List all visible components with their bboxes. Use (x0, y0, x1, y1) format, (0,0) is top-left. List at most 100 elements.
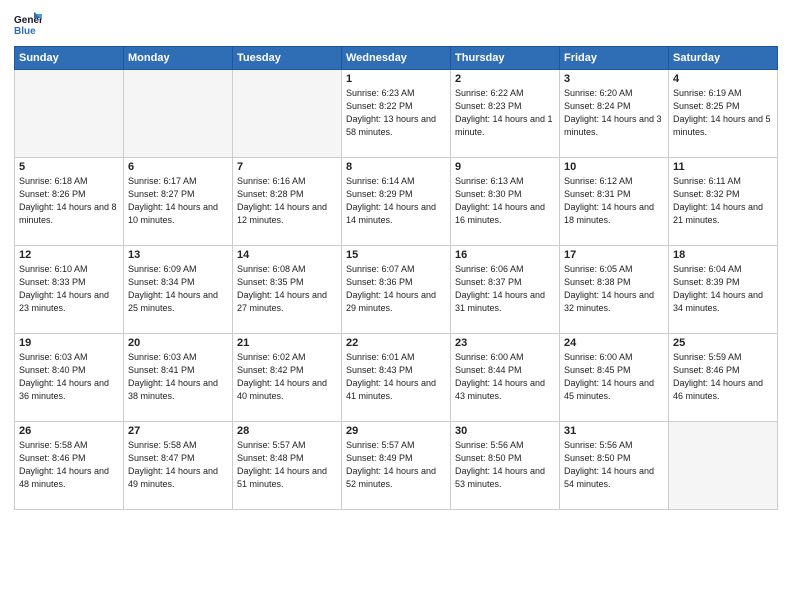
day-cell: 19Sunrise: 6:03 AMSunset: 8:40 PMDayligh… (15, 334, 124, 422)
day-cell (124, 70, 233, 158)
day-info: Sunrise: 6:16 AMSunset: 8:28 PMDaylight:… (237, 175, 337, 227)
day-number: 23 (455, 337, 555, 349)
day-number: 22 (346, 337, 446, 349)
day-cell (669, 422, 778, 510)
day-cell: 28Sunrise: 5:57 AMSunset: 8:48 PMDayligh… (233, 422, 342, 510)
weekday-header-saturday: Saturday (669, 47, 778, 70)
day-cell: 7Sunrise: 6:16 AMSunset: 8:28 PMDaylight… (233, 158, 342, 246)
weekday-header-wednesday: Wednesday (342, 47, 451, 70)
day-cell: 30 Sunrise: 5:56 AMSunset: 8:50 PMDayligh… (451, 422, 560, 510)
day-info: Sunrise: 6:10 AMSunset: 8:33 PMDaylight:… (19, 263, 119, 315)
day-cell: 11 Sunrise: 6:11 AMSunset: 8:32 PMDayligh… (669, 158, 778, 246)
day-number: 15 (346, 249, 446, 261)
day-info: Sunrise: 5:56 AMSunset: 8:50 PMDaylight:… (564, 439, 664, 491)
day-cell: 16 Sunrise: 6:06 AMSunset: 8:37 PMDayligh… (451, 246, 560, 334)
page: General Blue SundayMondayTuesdayWednesda… (0, 0, 792, 612)
day-cell: 18 Sunrise: 6:04 AMSunset: 8:39 PMDayligh… (669, 246, 778, 334)
day-number: 5 (19, 161, 119, 173)
day-info: Sunrise: 6:03 AMSunset: 8:41 PMDaylight:… (128, 351, 228, 403)
day-info: Sunrise: 6:17 AMSunset: 8:27 PMDaylight:… (128, 175, 228, 227)
weekday-header-sunday: Sunday (15, 47, 124, 70)
weekday-header-thursday: Thursday (451, 47, 560, 70)
day-number: 27 (128, 425, 228, 437)
day-number: 30 (455, 425, 555, 437)
day-number: 17 (564, 249, 664, 261)
day-info: Sunrise: 6:13 AMSunset: 8:30 PMDaylight:… (455, 175, 555, 227)
day-cell: 2 Sunrise: 6:22 AMSunset: 8:23 PMDaylight… (451, 70, 560, 158)
day-cell: 17 Sunrise: 6:05 AMSunset: 8:38 PMDayligh… (560, 246, 669, 334)
svg-text:Blue: Blue (14, 26, 36, 37)
weekday-header-tuesday: Tuesday (233, 47, 342, 70)
day-cell: 25 Sunrise: 5:59 AMSunset: 8:46 PMDayligh… (669, 334, 778, 422)
weekday-header-monday: Monday (124, 47, 233, 70)
day-info: Sunrise: 5:59 AMSunset: 8:46 PMDaylight:… (673, 351, 773, 403)
day-cell: 9 Sunrise: 6:13 AMSunset: 8:30 PMDaylight… (451, 158, 560, 246)
weekday-header-friday: Friday (560, 47, 669, 70)
day-cell (233, 70, 342, 158)
day-cell: 1Sunrise: 6:23 AMSunset: 8:22 PMDaylight… (342, 70, 451, 158)
day-number: 1 (346, 73, 446, 85)
calendar-table: SundayMondayTuesdayWednesdayThursdayFrid… (14, 46, 778, 510)
day-cell: 31 Sunrise: 5:56 AMSunset: 8:50 PMDayligh… (560, 422, 669, 510)
day-cell (15, 70, 124, 158)
day-cell: 27 Sunrise: 5:58 AMSunset: 8:47 PMDayligh… (124, 422, 233, 510)
day-info: Sunrise: 6:09 AMSunset: 8:34 PMDaylight:… (128, 263, 228, 315)
day-number: 25 (673, 337, 773, 349)
day-cell: 24 Sunrise: 6:00 AMSunset: 8:45 PMDayligh… (560, 334, 669, 422)
day-cell: 6 Sunrise: 6:17 AMSunset: 8:27 PMDaylight… (124, 158, 233, 246)
day-number: 24 (564, 337, 664, 349)
day-number: 12 (19, 249, 119, 261)
day-cell: 20 Sunrise: 6:03 AMSunset: 8:41 PMDayligh… (124, 334, 233, 422)
day-cell: 29 Sunrise: 5:57 AMSunset: 8:49 PMDayligh… (342, 422, 451, 510)
day-info: Sunrise: 6:22 AMSunset: 8:23 PMDaylight:… (455, 87, 555, 139)
day-number: 8 (346, 161, 446, 173)
day-info: Sunrise: 6:00 AMSunset: 8:45 PMDaylight:… (564, 351, 664, 403)
day-number: 2 (455, 73, 555, 85)
day-info: Sunrise: 6:00 AMSunset: 8:44 PMDaylight:… (455, 351, 555, 403)
day-number: 4 (673, 73, 773, 85)
day-cell: 10Sunrise: 6:12 AMSunset: 8:31 PMDayligh… (560, 158, 669, 246)
day-number: 13 (128, 249, 228, 261)
day-info: Sunrise: 6:01 AMSunset: 8:43 PMDaylight:… (346, 351, 446, 403)
day-info: Sunrise: 6:14 AMSunset: 8:29 PMDaylight:… (346, 175, 446, 227)
day-info: Sunrise: 5:58 AMSunset: 8:47 PMDaylight:… (128, 439, 228, 491)
day-number: 10 (564, 161, 664, 173)
day-info: Sunrise: 5:57 AMSunset: 8:49 PMDaylight:… (346, 439, 446, 491)
day-number: 18 (673, 249, 773, 261)
day-number: 20 (128, 337, 228, 349)
day-info: Sunrise: 6:05 AMSunset: 8:38 PMDaylight:… (564, 263, 664, 315)
day-cell: 15 Sunrise: 6:07 AMSunset: 8:36 PMDayligh… (342, 246, 451, 334)
day-info: Sunrise: 6:18 AMSunset: 8:26 PMDaylight:… (19, 175, 119, 227)
day-number: 29 (346, 425, 446, 437)
day-info: Sunrise: 6:06 AMSunset: 8:37 PMDaylight:… (455, 263, 555, 315)
day-info: Sunrise: 6:11 AMSunset: 8:32 PMDaylight:… (673, 175, 773, 227)
day-number: 31 (564, 425, 664, 437)
week-row-5: 26 Sunrise: 5:58 AMSunset: 8:46 PMDayligh… (15, 422, 778, 510)
day-info: Sunrise: 6:08 AMSunset: 8:35 PMDaylight:… (237, 263, 337, 315)
day-info: Sunrise: 5:58 AMSunset: 8:46 PMDaylight:… (19, 439, 119, 491)
day-number: 11 (673, 161, 773, 173)
day-info: Sunrise: 6:02 AMSunset: 8:42 PMDaylight:… (237, 351, 337, 403)
day-number: 26 (19, 425, 119, 437)
day-cell: 22 Sunrise: 6:01 AMSunset: 8:43 PMDayligh… (342, 334, 451, 422)
weekday-header-row: SundayMondayTuesdayWednesdayThursdayFrid… (15, 47, 778, 70)
day-cell: 12 Sunrise: 6:10 AMSunset: 8:33 PMDayligh… (15, 246, 124, 334)
day-cell: 23 Sunrise: 6:00 AMSunset: 8:44 PMDayligh… (451, 334, 560, 422)
day-number: 28 (237, 425, 337, 437)
day-number: 3 (564, 73, 664, 85)
logo: General Blue (14, 10, 46, 38)
logo-icon: General Blue (14, 10, 42, 38)
day-cell: 5 Sunrise: 6:18 AMSunset: 8:26 PMDaylight… (15, 158, 124, 246)
day-number: 6 (128, 161, 228, 173)
week-row-1: 1Sunrise: 6:23 AMSunset: 8:22 PMDaylight… (15, 70, 778, 158)
day-cell: 21Sunrise: 6:02 AMSunset: 8:42 PMDayligh… (233, 334, 342, 422)
day-info: Sunrise: 5:56 AMSunset: 8:50 PMDaylight:… (455, 439, 555, 491)
day-number: 14 (237, 249, 337, 261)
day-info: Sunrise: 6:04 AMSunset: 8:39 PMDaylight:… (673, 263, 773, 315)
day-info: Sunrise: 6:19 AMSunset: 8:25 PMDaylight:… (673, 87, 773, 139)
day-number: 9 (455, 161, 555, 173)
day-number: 16 (455, 249, 555, 261)
day-info: Sunrise: 6:07 AMSunset: 8:36 PMDaylight:… (346, 263, 446, 315)
day-cell: 26 Sunrise: 5:58 AMSunset: 8:46 PMDayligh… (15, 422, 124, 510)
day-cell: 13 Sunrise: 6:09 AMSunset: 8:34 PMDayligh… (124, 246, 233, 334)
